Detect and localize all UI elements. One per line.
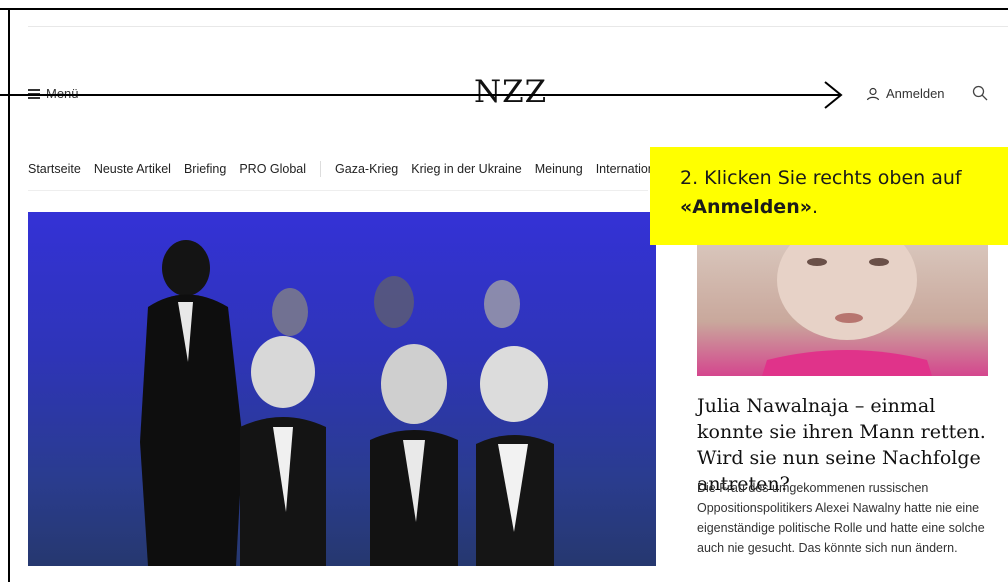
header-divider	[28, 26, 1008, 27]
nav-item-meinung[interactable]: Meinung	[535, 162, 583, 176]
section-nav: Startseite Neuste Artikel Briefing PRO G…	[28, 161, 668, 191]
callout-end: .	[812, 196, 819, 218]
annotation-arrow-head	[824, 81, 843, 109]
callout-text: 2. Klicken Sie rechts oben auf	[680, 167, 962, 189]
article-image-nawalnaja[interactable]	[697, 240, 988, 376]
annotation-frame-top	[0, 8, 1008, 10]
instruction-callout: 2. Klicken Sie rechts oben auf «Anmelden…	[650, 147, 1008, 245]
annotation-arrow-line	[0, 94, 840, 96]
nav-item-krieg-ukraine[interactable]: Krieg in der Ukraine	[411, 162, 521, 176]
nav-item-startseite[interactable]: Startseite	[28, 162, 81, 191]
nav-separator	[320, 161, 322, 177]
article-teaser: Die Frau des umgekommenen russischen Opp…	[697, 481, 985, 555]
site-logo[interactable]: NZZ	[474, 74, 547, 110]
nav-item-pro-global[interactable]: PRO Global	[239, 162, 306, 176]
user-icon	[866, 87, 880, 100]
nav-item-international[interactable]: Internation	[596, 162, 655, 176]
nav-rule	[28, 190, 648, 191]
hero-image[interactable]	[28, 212, 656, 566]
callout-highlight: «Anmelden»	[680, 196, 812, 218]
nav-item-briefing[interactable]: Briefing	[184, 162, 226, 176]
hero-illustration	[140, 240, 554, 566]
login-label: Anmelden	[886, 86, 945, 101]
search-icon[interactable]	[972, 85, 988, 101]
nav-item-gaza-krieg[interactable]: Gaza-Krieg	[335, 162, 398, 176]
nav-item-neuste-artikel[interactable]: Neuste Artikel	[94, 162, 171, 176]
login-button[interactable]: Anmelden	[866, 86, 945, 101]
portrait-illustration	[762, 240, 932, 376]
